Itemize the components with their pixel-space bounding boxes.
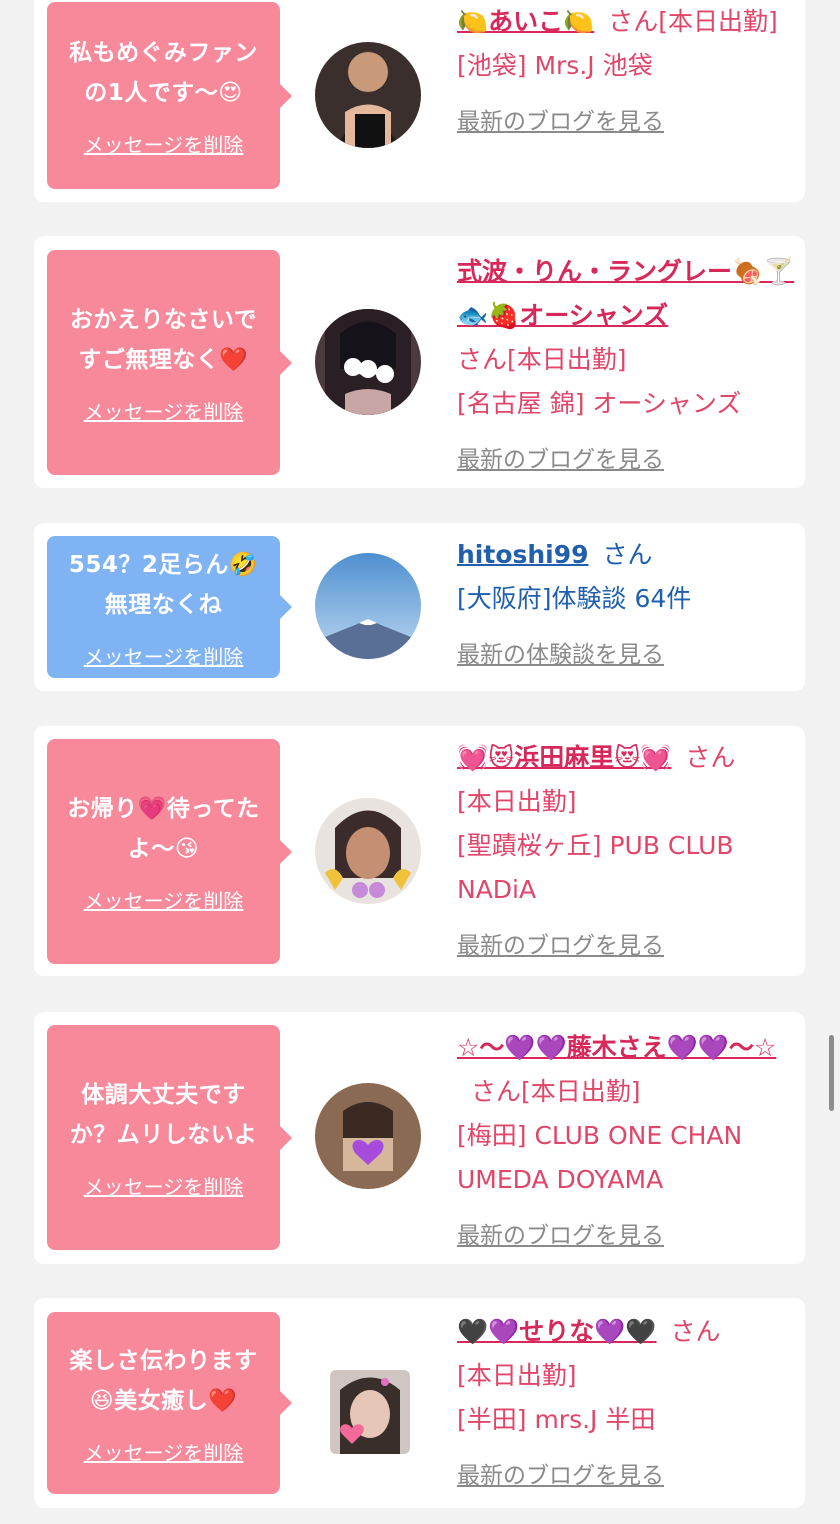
scrollbar-thumb[interactable] [829,1035,834,1111]
shop-location: [半田] mrs.J 半田 [457,1405,656,1434]
delete-message-link[interactable]: メッセージを削除 [84,396,244,425]
avatar[interactable] [330,1370,410,1454]
cast-info: 🍋あいこ🍋 さん[本日出勤] [池袋] Mrs.J 池袋 最新のブログを見る [457,0,797,144]
cast-name-link[interactable]: 🍋あいこ🍋 [457,7,594,36]
avatar[interactable] [315,798,421,904]
shop-location: [名古屋 錦] オーシャンズ [457,389,742,418]
cast-name-link[interactable]: 🖤💜せりな💜🖤 [457,1317,657,1346]
work-status: [本日出勤] [658,7,778,36]
cast-name-link[interactable]: 💓😻浜田麻里😻💓 [457,743,671,772]
message-bubble: おかえりなさいで すご無理なく❤️ メッセージを削除 [47,250,292,475]
work-status: [本日出勤] [457,787,577,816]
view-reviews-link[interactable]: 最新の体験談を見る [457,633,797,677]
message-bubble: 私もめぐみファン の1人です〜😍 メッセージを削除 [47,2,292,189]
honorific: さん [457,345,508,374]
delete-message-link[interactable]: メッセージを削除 [84,129,244,158]
honorific: さん [685,743,736,772]
message-card: 楽しさ伝わります 😆美女癒し❤️ メッセージを削除 🖤💜せりな💜🖤 さん [本日出… [34,1298,805,1508]
view-blog-link[interactable]: 最新のブログを見る [457,100,797,144]
user-info: hitoshi99 さん [大阪府]体験談 64件 最新の体験談を見る [457,533,797,677]
avatar[interactable] [315,309,421,415]
honorific: さん [608,7,659,36]
cast-name-link[interactable]: 式波・りん・ラングレー🍖🍸🐟🍓オーシャンズ [457,257,794,330]
delete-message-link[interactable]: メッセージを削除 [84,885,244,914]
view-blog-link[interactable]: 最新のブログを見る [457,1214,797,1258]
honorific: さん [471,1077,522,1106]
avatar[interactable] [315,1083,421,1189]
view-blog-link[interactable]: 最新のブログを見る [457,438,797,482]
user-name-link[interactable]: hitoshi99 [457,540,589,569]
message-bubble: お帰り💗待ってた よ〜😘 メッセージを削除 [47,739,292,964]
cast-name-link[interactable]: ☆〜💜💜藤木さえ💜💜〜☆ [457,1033,776,1062]
message-card: 体調大丈夫です か？ムリしないよ メッセージを削除 ☆〜💜💜藤木さえ💜💜〜☆ さん… [34,1012,805,1264]
cast-info: 💓😻浜田麻里😻💓 さん [本日出勤] [聖蹟桜ヶ丘] PUB CLUB NADiA… [457,736,797,968]
message-card: お帰り💗待ってた よ〜😘 メッセージを削除 💓😻浜田麻里😻💓 さん [本日出勤] … [34,726,805,976]
delete-message-link[interactable]: メッセージを削除 [84,641,244,670]
message-bubble: 体調大丈夫です か？ムリしないよ メッセージを削除 [47,1025,292,1250]
cast-info: 式波・りん・ラングレー🍖🍸🐟🍓オーシャンズ さん[本日出勤] [名古屋 錦] オ… [457,250,797,482]
shop-location: [梅田] CLUB ONE CHAN UMEDA DOYAMA [457,1121,743,1194]
work-status: [本日出勤] [457,1361,577,1390]
honorific: さん [602,540,653,569]
message-bubble: 554？2足らん🤣 無理なくね メッセージを削除 [47,536,292,678]
view-blog-link[interactable]: 最新のブログを見る [457,1454,797,1498]
view-blog-link[interactable]: 最新のブログを見る [457,924,797,968]
work-status: [本日出勤] [521,1077,641,1106]
message-bubble: 楽しさ伝わります 😆美女癒し❤️ メッセージを削除 [47,1312,292,1494]
delete-message-link[interactable]: メッセージを削除 [84,1171,244,1200]
delete-message-link[interactable]: メッセージを削除 [84,1437,244,1466]
message-text: 私もめぐみファン の1人です〜😍 [69,40,258,106]
review-count: [大阪府]体験談 64件 [457,584,692,613]
avatar[interactable] [315,553,421,659]
avatar[interactable] [315,42,421,148]
message-text: 楽しさ伝わります 😆美女癒し❤️ [69,1347,258,1414]
message-text: 554？2足らん🤣 無理なくね [68,551,259,618]
shop-location: [聖蹟桜ヶ丘] PUB CLUB NADiA [457,831,734,904]
honorific: さん [670,1317,721,1346]
cast-info: 🖤💜せりな💜🖤 さん [本日出勤] [半田] mrs.J 半田 最新のブログを見る [457,1310,797,1498]
cast-info: ☆〜💜💜藤木さえ💜💜〜☆ さん[本日出勤] [梅田] CLUB ONE CHAN … [457,1026,797,1258]
message-card: 554？2足らん🤣 無理なくね メッセージを削除 hitoshi99 さん [大阪… [34,523,805,691]
message-text: おかえりなさいで すご無理なく❤️ [69,307,258,373]
message-card: 私もめぐみファン の1人です〜😍 メッセージを削除 🍋あいこ🍋 さん[本日出勤] … [34,0,805,202]
work-status: [本日出勤] [507,345,627,374]
message-text: 体調大丈夫です か？ムリしないよ [69,1082,258,1148]
message-text: お帰り💗待ってた よ〜😘 [67,796,260,862]
message-card: おかえりなさいで すご無理なく❤️ メッセージを削除 式波・りん・ラングレー🍖🍸… [34,236,805,488]
shop-location: [池袋] Mrs.J 池袋 [457,51,653,80]
